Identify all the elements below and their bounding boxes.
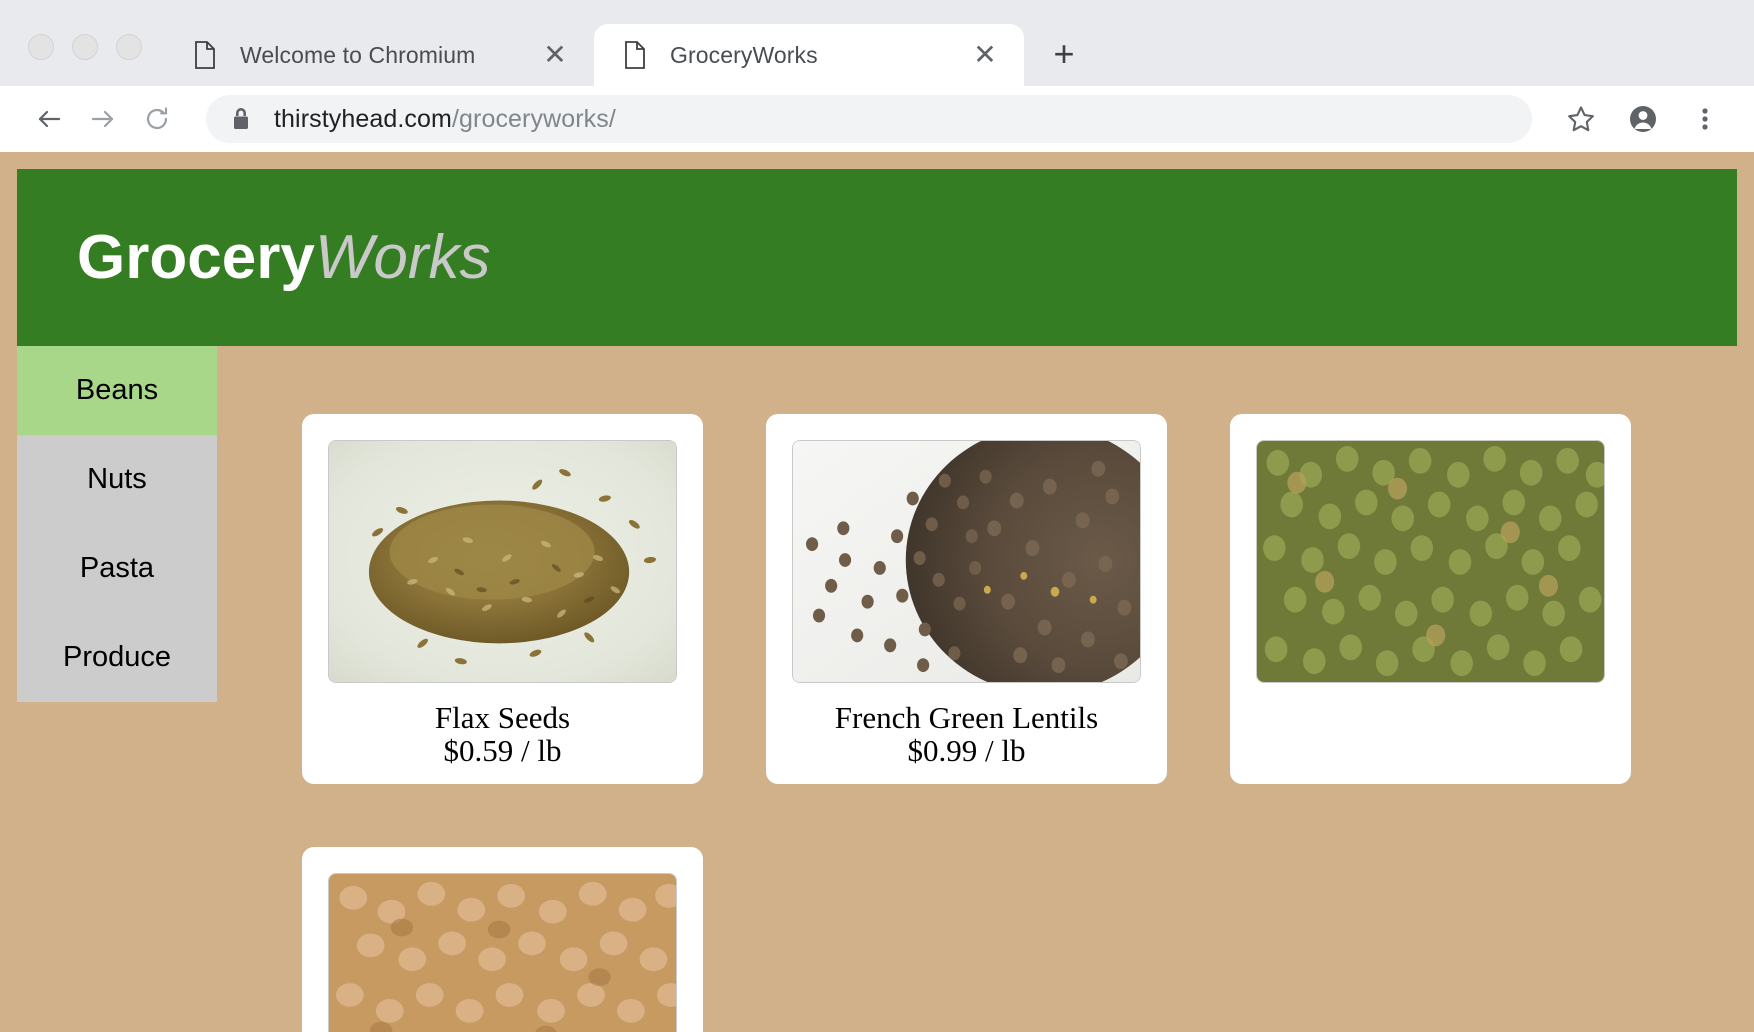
close-icon[interactable]: ✕	[538, 38, 572, 72]
maximize-window-button[interactable]	[116, 34, 142, 60]
tab-title: Welcome to Chromium	[240, 41, 476, 68]
browser-window: Welcome to Chromium ✕ GroceryWorks ✕ + t…	[0, 0, 1754, 1032]
account-avatar-icon[interactable]	[1616, 92, 1670, 146]
sidebar-item-label: Produce	[62, 641, 171, 673]
product-price: $0.59 / lb	[443, 733, 562, 769]
page-icon	[622, 40, 648, 70]
page-viewport: GroceryWorks Beans Nuts Pasta Produce Fl…	[0, 152, 1754, 1032]
browser-tab-groceryworks[interactable]: GroceryWorks ✕	[594, 24, 1024, 86]
url-domain: thirstyhead.com	[274, 104, 452, 133]
sidebar-item-pasta[interactable]: Pasta	[17, 524, 217, 613]
product-name: French Green Lentils	[834, 700, 1099, 735]
green-lentils-photo	[1256, 440, 1605, 683]
page-body: Beans Nuts Pasta Produce Flax Seeds $0.5…	[17, 346, 1754, 1032]
site-logo: GroceryWorks	[77, 226, 490, 289]
url-text: thirstyhead.com/groceryworks/	[274, 105, 616, 134]
address-bar[interactable]: thirstyhead.com/groceryworks/	[206, 95, 1532, 143]
site-header: GroceryWorks	[17, 169, 1737, 346]
sidebar-item-label: Beans	[75, 374, 159, 406]
sidebar-item-label: Nuts	[87, 463, 147, 495]
reload-icon[interactable]	[130, 92, 184, 146]
page-icon	[192, 40, 218, 70]
browser-tab-welcome-to-chromium[interactable]: Welcome to Chromium ✕	[164, 24, 594, 86]
product-card[interactable]	[1230, 414, 1631, 784]
product-grid-container: Flax Seeds $0.59 / lb French Green Lenti…	[217, 346, 1754, 1032]
sidebar-item-beans[interactable]: Beans	[17, 346, 217, 435]
star-icon[interactable]	[1554, 92, 1608, 146]
window-controls	[0, 34, 164, 86]
new-tab-button[interactable]: +	[1040, 30, 1088, 78]
arrow-left-icon[interactable]	[22, 92, 76, 146]
french-green-lentils-photo	[792, 440, 1141, 683]
product-name: Flax Seeds	[434, 700, 571, 735]
sidebar-item-nuts[interactable]: Nuts	[17, 435, 217, 524]
logo-primary-text: Grocery	[77, 222, 315, 292]
flax-seeds-photo	[328, 440, 677, 683]
browser-toolbar: thirstyhead.com/groceryworks/	[0, 86, 1754, 152]
three-dot-menu-icon[interactable]	[1678, 92, 1732, 146]
tab-strip: Welcome to Chromium ✕ GroceryWorks ✕ +	[0, 0, 1754, 86]
minimize-window-button[interactable]	[72, 34, 98, 60]
sidebar-item-produce[interactable]: Produce	[17, 613, 217, 702]
product-card[interactable]: French Green Lentils $0.99 / lb	[766, 414, 1167, 784]
product-grid: Flax Seeds $0.59 / lb French Green Lenti…	[302, 414, 1754, 1032]
tab-title: GroceryWorks	[670, 41, 818, 68]
url-path: /groceryworks/	[451, 104, 616, 133]
close-window-button[interactable]	[28, 34, 54, 60]
category-sidebar: Beans Nuts Pasta Produce	[17, 346, 217, 702]
sidebar-item-label: Pasta	[79, 552, 155, 584]
logo-secondary-text: Works	[314, 222, 491, 292]
product-card[interactable]: Flax Seeds $0.59 / lb	[302, 414, 703, 784]
product-price: $0.99 / lb	[907, 733, 1026, 769]
product-card[interactable]	[302, 846, 703, 1032]
arrow-right-icon[interactable]	[76, 92, 130, 146]
lock-icon	[230, 107, 252, 131]
close-icon[interactable]: ✕	[968, 38, 1002, 72]
tan-beans-photo	[328, 872, 677, 1032]
